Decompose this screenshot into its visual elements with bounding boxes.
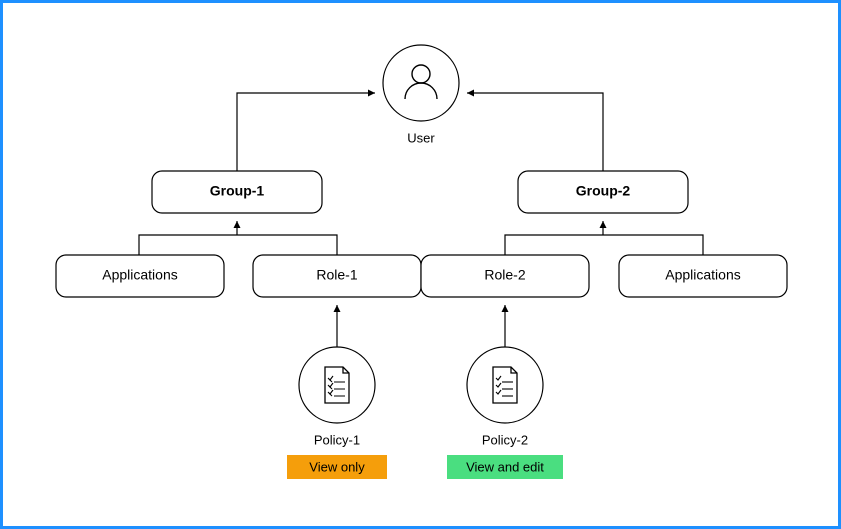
policy1-node: Policy-1 View only: [287, 347, 387, 479]
group1-label: Group-1: [210, 183, 265, 199]
arrow-group2-to-user: [467, 93, 603, 171]
user-node: User: [383, 45, 459, 145]
policy2-node: Policy-2 View and edit: [447, 347, 563, 479]
arrow-group1-to-user: [237, 93, 375, 171]
branch-group1-children: [139, 235, 337, 255]
policy2-label: Policy-2: [482, 432, 528, 447]
group1-node: Group-1: [152, 171, 322, 213]
role1-label: Role-1: [316, 267, 357, 283]
applications-left-node: Applications: [56, 255, 224, 297]
diagram-frame: User Group-1 Group-2 Applications Role-1…: [0, 0, 841, 529]
role2-node: Role-2: [421, 255, 589, 297]
user-label: User: [407, 130, 435, 145]
role1-node: Role-1: [253, 255, 421, 297]
role2-label: Role-2: [484, 267, 525, 283]
applications-left-label: Applications: [102, 267, 178, 283]
policy1-badge-label: View only: [309, 459, 365, 474]
group2-node: Group-2: [518, 171, 688, 213]
policy2-badge-label: View and edit: [466, 459, 544, 474]
policy1-label: Policy-1: [314, 432, 360, 447]
branch-group2-children: [505, 235, 703, 255]
applications-right-label: Applications: [665, 267, 741, 283]
applications-right-node: Applications: [619, 255, 787, 297]
group2-label: Group-2: [576, 183, 631, 199]
